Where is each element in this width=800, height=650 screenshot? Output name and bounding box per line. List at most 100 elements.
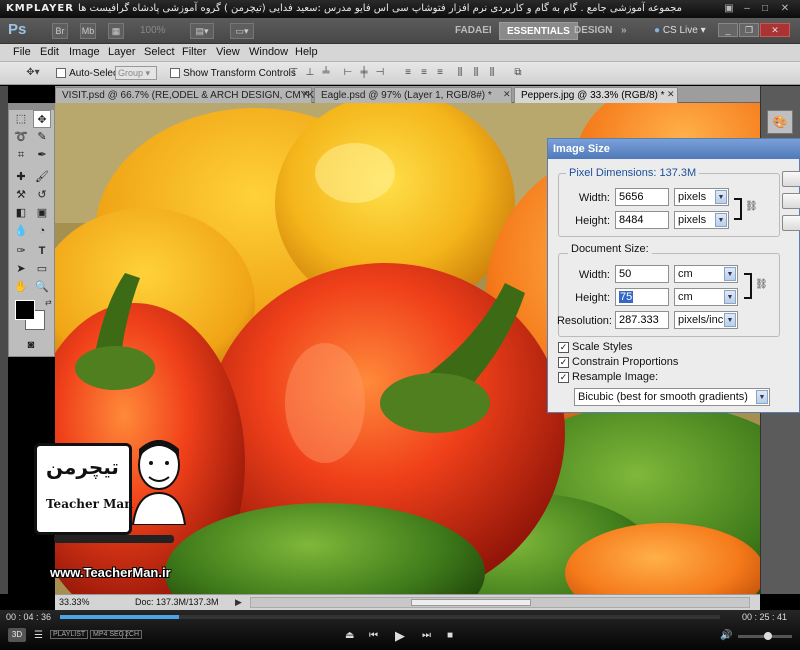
blur-tool-icon[interactable]: 💧 xyxy=(12,222,30,240)
auto-select-checkbox[interactable] xyxy=(56,68,66,79)
pixel-height-input[interactable]: 8484 xyxy=(615,211,669,229)
previous-icon[interactable]: ⏮ xyxy=(369,630,378,641)
mode-3d-button[interactable]: 3D xyxy=(8,628,26,642)
stop-icon[interactable]: ■ xyxy=(447,630,453,641)
doc-width-unit-select[interactable]: cm ▼ xyxy=(674,265,738,283)
more-workspaces-icon[interactable]: » xyxy=(614,22,634,40)
healing-brush-tool-icon[interactable]: ✚ xyxy=(12,168,30,186)
workspace-essentials[interactable]: ESSENTIALS xyxy=(499,22,578,40)
resolution-input[interactable]: 287.333 xyxy=(615,311,669,329)
status-menu-arrow-icon[interactable]: ▶ xyxy=(235,597,242,608)
bridge-icon[interactable]: Br xyxy=(52,23,68,39)
cancel-button[interactable] xyxy=(782,193,800,209)
pin-icon[interactable]: ▣ xyxy=(722,3,736,15)
show-transform-checkbox[interactable] xyxy=(170,68,180,79)
color-panel-icon[interactable]: 🎨 xyxy=(767,110,793,134)
resample-method-select[interactable]: Bicubic (best for smooth gradients) ▼ xyxy=(574,388,770,406)
tab-peppers[interactable]: Peppers.jpg @ 33.3% (RGB/8) * xyxy=(514,87,678,103)
screen-mode-icon[interactable]: ▭▾ xyxy=(230,23,254,39)
doc-height-input[interactable]: 75 xyxy=(615,288,669,306)
workspace-fadaei[interactable]: FADAEI xyxy=(448,22,499,40)
move-tool-preset-icon[interactable]: ✥▾ xyxy=(20,66,46,80)
playlist-icon[interactable]: ☰ xyxy=(34,630,43,641)
arrange-documents-icon[interactable]: ▤▾ xyxy=(190,23,214,39)
pen-tool-icon[interactable]: ✑ xyxy=(12,242,30,260)
crop-tool-icon[interactable]: ⌗ xyxy=(12,146,30,164)
menu-filter[interactable]: Filter xyxy=(182,46,206,58)
align-right-icon[interactable]: ⊣ xyxy=(372,66,388,80)
menu-layer[interactable]: Layer xyxy=(108,46,136,58)
align-vcenter-icon[interactable]: ⊥ xyxy=(302,66,318,80)
zoom-tool-icon[interactable]: 🔍 xyxy=(33,278,51,296)
marquee-tool-icon[interactable]: ⬚ xyxy=(12,110,30,128)
eraser-tool-icon[interactable]: ◧ xyxy=(12,204,30,222)
distribute-right-icon[interactable]: ⫼ xyxy=(484,66,500,80)
tab-eagle-close-icon[interactable]: ✕ xyxy=(503,89,511,100)
menu-select[interactable]: Select xyxy=(144,46,175,58)
clone-stamp-tool-icon[interactable]: ⚒ xyxy=(12,186,30,204)
swap-colors-icon[interactable]: ⇄ xyxy=(45,298,52,307)
zoom-level-dropdown[interactable]: 100% xyxy=(140,23,178,39)
dodge-tool-icon[interactable]: ◔ xyxy=(33,222,51,240)
tab-visit-close-icon[interactable]: ✕ xyxy=(302,89,310,100)
foreground-color-swatch[interactable] xyxy=(15,300,35,320)
volume-slider-knob[interactable] xyxy=(764,632,772,640)
brush-tool-icon[interactable]: 🖌 xyxy=(33,168,51,186)
hand-tool-icon[interactable]: ✋ xyxy=(12,278,30,296)
tab-peppers-close-icon[interactable]: ✕ xyxy=(667,89,675,100)
auto-select-dropdown[interactable]: Group ▾ xyxy=(115,66,157,80)
workspace-design[interactable]: DESIGN xyxy=(567,22,619,40)
scale-styles-checkbox[interactable]: ✓ xyxy=(558,342,569,353)
resample-image-checkbox[interactable]: ✓ xyxy=(558,372,569,383)
cs-live-menu[interactable]: ● CS Live ▾ xyxy=(654,23,706,39)
quick-selection-tool-icon[interactable]: ✎ xyxy=(33,128,51,146)
menu-help[interactable]: Help xyxy=(295,46,318,58)
quick-mask-icon[interactable]: ◙ xyxy=(22,336,40,354)
rectangle-tool-icon[interactable]: ▭ xyxy=(33,260,51,278)
pixel-height-unit-select[interactable]: pixels ▼ xyxy=(674,211,729,229)
auto-align-icon[interactable]: ⧉ xyxy=(510,66,526,80)
ok-button[interactable] xyxy=(782,171,800,187)
view-extras-icon[interactable]: ▦ xyxy=(108,23,124,39)
menu-file[interactable]: File xyxy=(13,46,31,58)
constrain-proportions-checkbox[interactable]: ✓ xyxy=(558,357,569,368)
speaker-icon[interactable]: 🔊 xyxy=(720,630,732,641)
path-selection-tool-icon[interactable]: ➤ xyxy=(12,260,30,278)
doc-width-input[interactable]: 50 xyxy=(615,265,669,283)
distribute-vcenter-icon[interactable]: ≡ xyxy=(416,66,432,80)
minimize-icon[interactable]: – xyxy=(740,3,754,15)
eyedropper-tool-icon[interactable]: ✒ xyxy=(33,146,51,164)
ps-minimize-icon[interactable]: _ xyxy=(718,23,738,37)
close-icon[interactable]: ✕ xyxy=(778,3,792,15)
gradient-tool-icon[interactable]: ▣ xyxy=(33,204,51,222)
auto-button[interactable] xyxy=(782,215,800,231)
tab-eagle[interactable]: Eagle.psd @ 97% (Layer 1, RGB/8#) * xyxy=(314,87,512,103)
ps-close-icon[interactable]: ✕ xyxy=(760,23,790,37)
horizontal-scrollbar[interactable] xyxy=(250,597,750,608)
ps-restore-icon[interactable]: ❐ xyxy=(739,23,759,37)
menu-image[interactable]: Image xyxy=(69,46,100,58)
history-brush-tool-icon[interactable]: ↺ xyxy=(33,186,51,204)
status-zoom[interactable]: 33.33% xyxy=(59,597,90,607)
seek-bar[interactable] xyxy=(60,615,720,619)
pixel-width-input[interactable]: 5656 xyxy=(615,188,669,206)
mini-bridge-icon[interactable]: Mb xyxy=(80,23,96,39)
type-tool-icon[interactable]: T xyxy=(33,242,51,260)
doc-height-unit-select[interactable]: cm ▼ xyxy=(674,288,738,306)
align-top-icon[interactable]: ⊤ xyxy=(286,66,302,80)
distribute-hcenter-icon[interactable]: ⫼ xyxy=(468,66,484,80)
maximize-icon[interactable]: □ xyxy=(758,3,772,15)
distribute-top-icon[interactable]: ≡ xyxy=(400,66,416,80)
volume-slider[interactable] xyxy=(738,632,792,640)
distribute-bottom-icon[interactable]: ≡ xyxy=(432,66,448,80)
tab-visit[interactable]: VISIT.psd @ 66.7% (RE,ODEL & ARCH DESIGN… xyxy=(55,87,326,103)
align-hcenter-icon[interactable]: ╪ xyxy=(356,66,372,80)
align-left-icon[interactable]: ⊢ xyxy=(340,66,356,80)
pixel-width-unit-select[interactable]: pixels ▼ xyxy=(674,188,729,206)
menu-window[interactable]: Window xyxy=(249,46,288,58)
move-tool-icon[interactable]: ✥ xyxy=(33,110,51,128)
eject-icon[interactable]: ⏏ xyxy=(345,630,354,641)
distribute-left-icon[interactable]: ⫼ xyxy=(452,66,468,80)
resolution-unit-select[interactable]: pixels/inch ▼ xyxy=(674,311,738,329)
play-icon[interactable]: ▶ xyxy=(395,628,405,644)
